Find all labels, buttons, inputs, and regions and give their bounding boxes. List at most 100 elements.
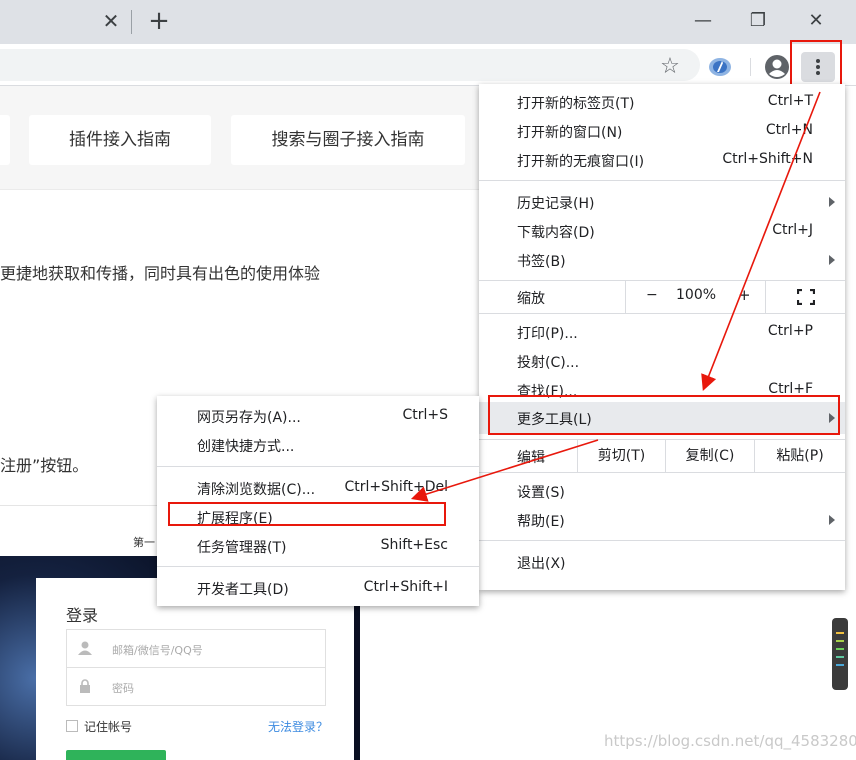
zoom-controls: − 100% +	[625, 281, 766, 313]
menu-item-help[interactable]: 帮助(E)	[479, 506, 845, 535]
zoom-in-button[interactable]: +	[738, 286, 751, 304]
menu-item-label: 下载内容(D)	[517, 225, 595, 241]
submenu-item-shortcut: Ctrl+Shift+Del	[344, 479, 448, 495]
annotation-box-more-tools	[488, 395, 840, 435]
login-button[interactable]	[66, 750, 166, 760]
paste-button[interactable]: 粘贴(P)	[754, 440, 845, 472]
menu-item-label: 书签(B)	[517, 254, 566, 270]
submenu-arrow-icon	[829, 255, 835, 265]
annotation-box-extensions	[168, 502, 446, 526]
fullscreen-icon[interactable]	[797, 289, 815, 305]
submenu-item-label: 清除浏览数据(C)...	[197, 482, 316, 498]
tab-close-icon[interactable]: ✕	[100, 10, 122, 32]
bookmark-star-icon[interactable]: ☆	[657, 56, 683, 78]
nav-button-plugin-guide[interactable]: 插件接入指南	[29, 115, 211, 165]
submenu-item-shortcut: Shift+Esc	[380, 537, 448, 553]
submenu-item-clear-data[interactable]: 清除浏览数据(C)... Ctrl+Shift+Del	[157, 472, 479, 501]
menu-item-label: 打印(P)...	[517, 326, 578, 342]
tab-separator	[131, 10, 132, 34]
menu-item-shortcut: Ctrl+Shift+N	[722, 151, 813, 167]
annotation-box-menu-button	[790, 40, 842, 90]
menu-item-label: 帮助(E)	[517, 514, 565, 530]
menu-item-cast[interactable]: 投射(C)...	[479, 347, 845, 376]
zoom-level: 100%	[676, 287, 717, 303]
body-text-line: 注册”按钮。	[0, 456, 89, 475]
remember-label: 记住帐号	[84, 720, 133, 734]
lock-icon	[80, 679, 90, 693]
copy-button[interactable]: 复制(C)	[665, 440, 754, 472]
submenu-divider	[157, 566, 479, 567]
submenu-divider	[157, 466, 479, 467]
zoom-out-button[interactable]: −	[646, 287, 658, 303]
submenu-arrow-icon	[829, 515, 835, 525]
username-placeholder: 邮箱/微信号/QQ号	[112, 644, 203, 657]
forgot-login-link[interactable]: 无法登录？	[268, 718, 328, 735]
menu-item-label: 打开新的窗口(N)	[517, 125, 623, 141]
submenu-item-label: 任务管理器(T)	[197, 540, 287, 556]
menu-item-bookmarks[interactable]: 书签(B)	[479, 246, 845, 275]
menu-item-shortcut: Ctrl+N	[765, 122, 813, 138]
nav-button-partial[interactable]	[0, 115, 10, 165]
submenu-item-task-manager[interactable]: 任务管理器(T) Shift+Esc	[157, 530, 479, 559]
menu-item-incognito[interactable]: 打开新的无痕窗口(I) Ctrl+Shift+N	[479, 146, 845, 175]
cut-button[interactable]: 剪切(T)	[577, 440, 665, 472]
menu-item-label: 打开新的标签页(T)	[517, 96, 635, 112]
menu-edit-row: 编辑 剪切(T) 复制(C) 粘贴(P)	[479, 440, 845, 472]
menu-item-label: 历史记录(H)	[517, 196, 595, 212]
minimize-icon[interactable]: —	[688, 8, 718, 34]
remember-checkbox[interactable]	[66, 720, 78, 732]
menu-item-label: 设置(S)	[517, 485, 565, 501]
restore-icon[interactable]: ❐	[743, 8, 773, 34]
submenu-item-create-shortcut[interactable]: 创建快捷方式...	[157, 429, 479, 458]
chrome-main-menu: 打开新的标签页(T) Ctrl+T 打开新的窗口(N) Ctrl+N 打开新的无…	[479, 84, 845, 590]
menu-divider	[479, 540, 845, 541]
active-tab[interactable]: ✕	[0, 0, 132, 44]
body-text-line: 更捷地获取和传播，同时具有出色的使用体验	[0, 264, 321, 283]
window-close-icon[interactable]: ✕	[801, 8, 831, 34]
menu-item-print[interactable]: 打印(P)... Ctrl+P	[479, 318, 845, 347]
menu-item-shortcut: Ctrl+T	[767, 93, 813, 109]
toolbar-separator	[750, 58, 751, 76]
extension-icon[interactable]	[708, 56, 732, 78]
password-field[interactable]: 密码	[66, 667, 326, 706]
more-tools-submenu: 网页另存为(A)... Ctrl+S 创建快捷方式... 清除浏览数据(C)..…	[157, 396, 479, 606]
nav-button-search-guide[interactable]: 搜索与圈子接入指南	[231, 115, 465, 165]
submenu-item-label: 网页另存为(A)...	[197, 410, 301, 426]
menu-zoom-row: 缩放 − 100% +	[479, 281, 845, 313]
menu-divider	[479, 313, 845, 314]
account-avatar-icon[interactable]	[764, 54, 790, 80]
user-icon	[78, 641, 92, 655]
menu-item-exit[interactable]: 退出(X)	[479, 548, 845, 577]
menu-item-downloads[interactable]: 下载内容(D) Ctrl+J	[479, 217, 845, 246]
menu-item-shortcut: Ctrl+J	[772, 222, 813, 238]
zoom-label: 缩放	[517, 291, 545, 307]
submenu-item-shortcut: Ctrl+Shift+I	[363, 579, 448, 595]
menu-item-shortcut: Ctrl+P	[767, 323, 813, 339]
submenu-item-label: 开发者工具(D)	[197, 582, 289, 598]
login-step-text: 第一	[133, 536, 155, 549]
username-field[interactable]: 邮箱/微信号/QQ号	[66, 629, 326, 668]
tab-strip: ✕ + — ❐ ✕	[0, 0, 856, 44]
submenu-item-devtools[interactable]: 开发者工具(D) Ctrl+Shift+I	[157, 572, 479, 601]
menu-item-new-tab[interactable]: 打开新的标签页(T) Ctrl+T	[479, 88, 845, 117]
address-bar[interactable]	[0, 49, 700, 81]
menu-item-label: 投射(C)...	[517, 355, 580, 371]
new-tab-icon[interactable]: +	[146, 8, 172, 34]
toolbar: ☆	[0, 44, 856, 86]
submenu-arrow-icon	[829, 197, 835, 207]
submenu-item-label: 创建快捷方式...	[197, 439, 295, 455]
menu-item-label: 打开新的无痕窗口(I)	[517, 154, 645, 170]
submenu-item-save-page[interactable]: 网页另存为(A)... Ctrl+S	[157, 400, 479, 429]
menu-divider	[479, 180, 845, 181]
edit-label: 编辑	[517, 450, 545, 466]
login-title: 登录	[66, 606, 99, 625]
menu-divider	[479, 472, 845, 473]
password-placeholder: 密码	[112, 682, 134, 695]
menu-item-new-window[interactable]: 打开新的窗口(N) Ctrl+N	[479, 117, 845, 146]
menu-item-history[interactable]: 历史记录(H)	[479, 188, 845, 217]
menu-item-label: 退出(X)	[517, 556, 566, 572]
page-navbar: 插件接入指南 搜索与圈子接入指南	[0, 86, 480, 190]
submenu-item-shortcut: Ctrl+S	[402, 407, 448, 423]
menu-item-settings[interactable]: 设置(S)	[479, 477, 845, 506]
watermark: https://blog.csdn.net/qq_45832807	[604, 732, 856, 750]
